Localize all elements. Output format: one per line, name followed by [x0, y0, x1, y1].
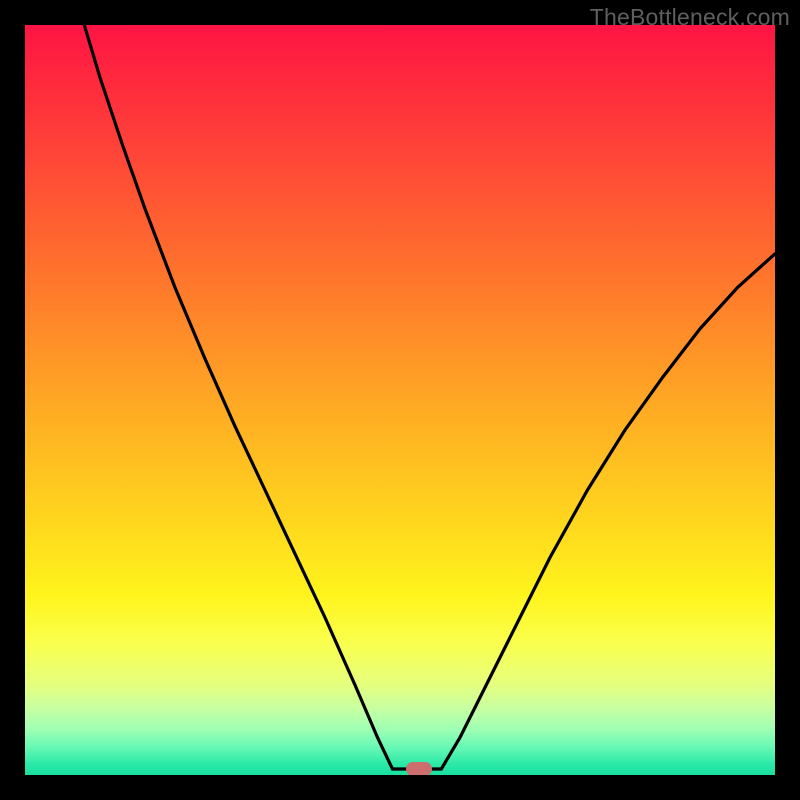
plot-area [25, 25, 775, 775]
optimum-marker [406, 762, 432, 775]
watermark-text: TheBottleneck.com [590, 4, 790, 31]
chart-frame: TheBottleneck.com [0, 0, 800, 800]
bottleneck-curve [25, 25, 775, 775]
